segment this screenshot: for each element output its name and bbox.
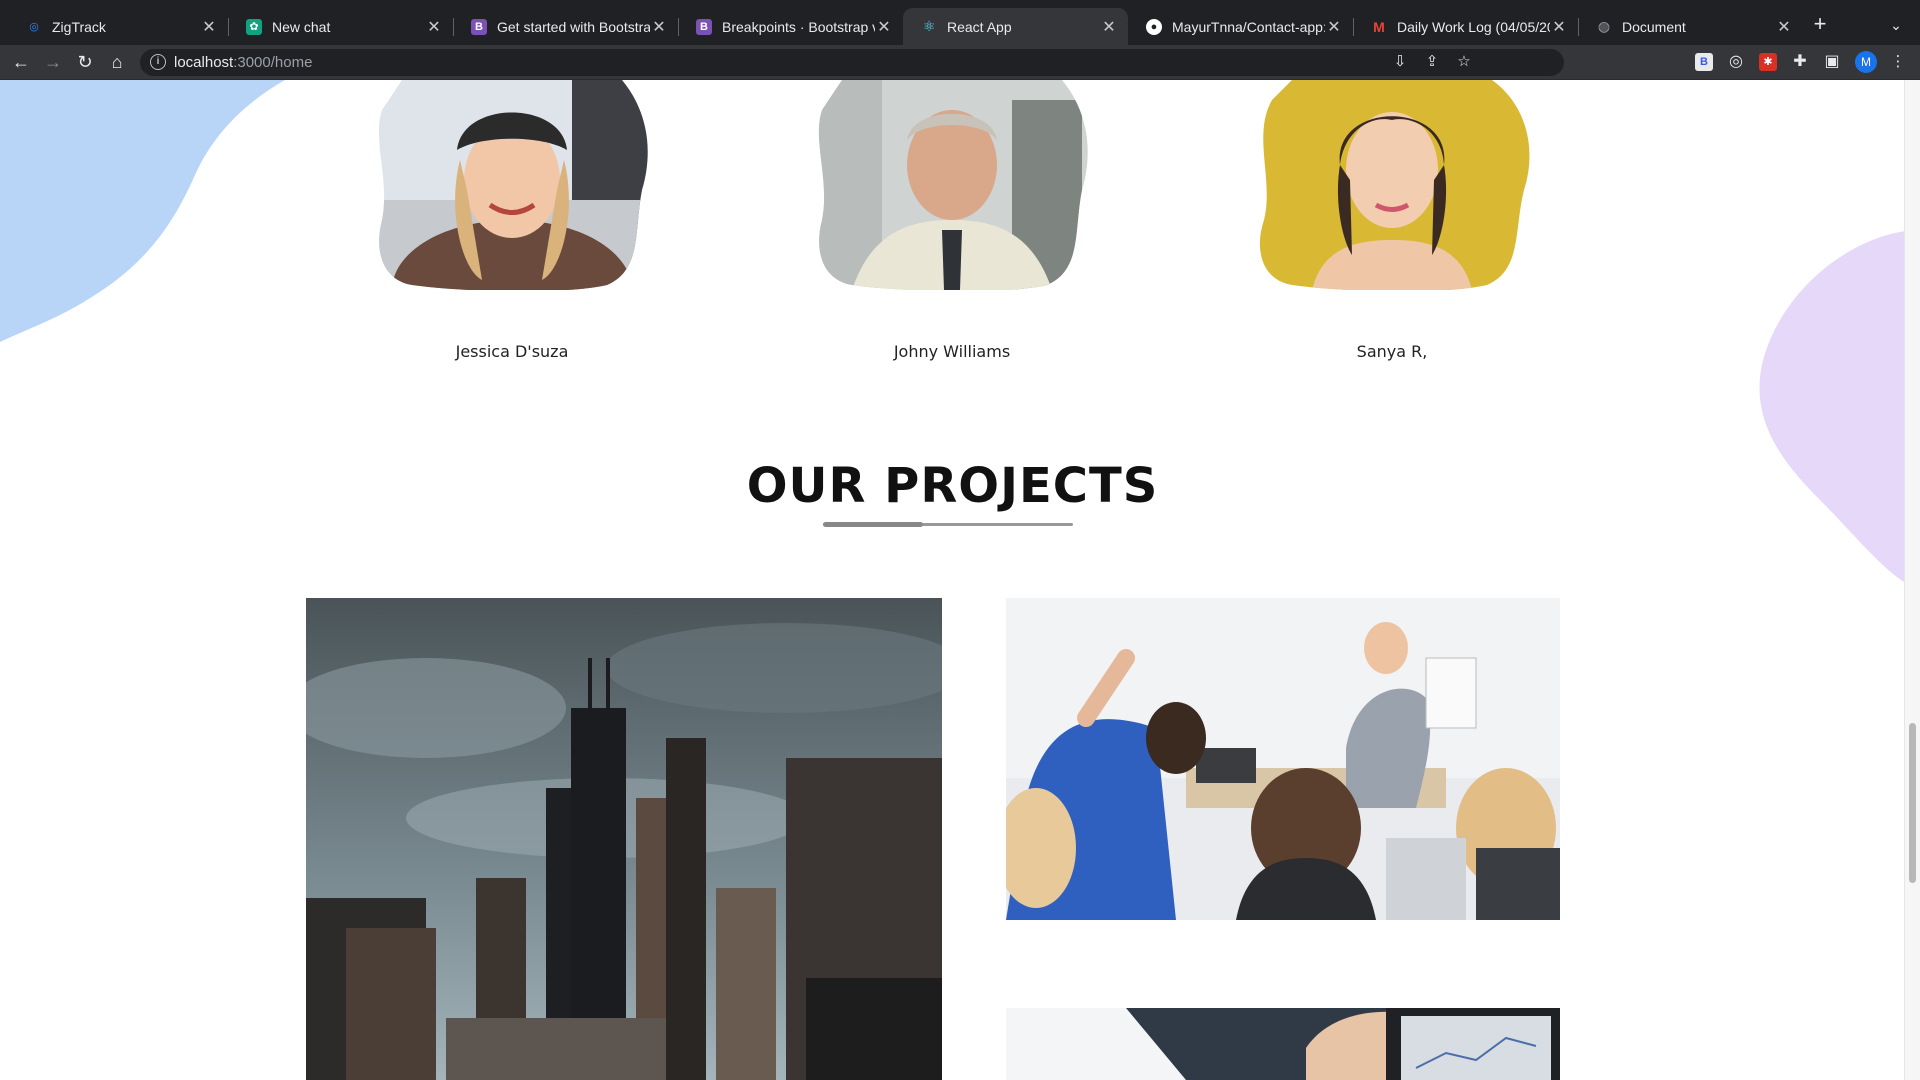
- close-icon[interactable]: ✕: [425, 17, 443, 37]
- tab-strip: ◎ ZigTrack ✕ ✿ New chat ✕ B Get started …: [0, 0, 1920, 45]
- tab-bootstrap-get-started[interactable]: B Get started with Bootstrap · ✕: [453, 8, 679, 45]
- more-menu-icon[interactable]: ⋮: [1888, 52, 1908, 72]
- project-image-city[interactable]: [306, 598, 942, 1080]
- close-icon[interactable]: ✕: [1325, 17, 1343, 37]
- close-icon[interactable]: ✕: [1775, 17, 1793, 37]
- tab-title: ZigTrack: [52, 18, 106, 35]
- close-icon[interactable]: ✕: [1550, 17, 1568, 37]
- install-app-icon[interactable]: ⇩: [1390, 52, 1410, 72]
- team-member-card: Johny Williams: [812, 80, 1092, 361]
- site-info-icon[interactable]: i: [150, 54, 166, 70]
- member-name: Jessica D'suza: [455, 342, 569, 361]
- team-member-card: Jessica D'suza: [372, 80, 652, 361]
- tab-title: Get started with Bootstrap ·: [497, 18, 650, 35]
- tab-gmail[interactable]: M Daily Work Log (04/05/2023 ✕: [1353, 8, 1579, 45]
- member-photo: [818, 80, 1088, 290]
- tab-new-chat[interactable]: ✿ New chat ✕: [228, 8, 454, 45]
- url-host: localhost: [174, 54, 234, 71]
- extension-b-icon[interactable]: B: [1695, 53, 1713, 71]
- zigtrack-icon: ◎: [29, 21, 39, 33]
- tab-title: New chat: [272, 18, 331, 35]
- project-image-classroom[interactable]: [1006, 598, 1560, 920]
- extensions-puzzle-icon[interactable]: ✚: [1791, 53, 1809, 71]
- globe-icon: ◍: [1597, 18, 1611, 34]
- close-icon[interactable]: ✕: [650, 17, 668, 37]
- home-icon[interactable]: ⌂: [105, 50, 129, 74]
- title-underline: [823, 522, 1073, 527]
- team-member-card: Sanya R,: [1252, 80, 1532, 361]
- url-path: :3000/home: [233, 54, 313, 71]
- tab-title: MayurTnna/Contact-app: Re: [1172, 18, 1325, 35]
- tab-bootstrap-breakpoints[interactable]: B Breakpoints · Bootstrap v5.0 ✕: [678, 8, 903, 45]
- close-icon[interactable]: ✕: [200, 17, 218, 37]
- close-icon[interactable]: ✕: [875, 17, 893, 37]
- tab-title: Document: [1622, 18, 1686, 35]
- bootstrap-icon: B: [471, 18, 487, 35]
- forward-icon[interactable]: →: [41, 50, 65, 74]
- page-scrollbar[interactable]: [1904, 80, 1920, 1080]
- back-icon[interactable]: ←: [9, 50, 33, 74]
- tab-zigtrack[interactable]: ◎ ZigTrack ✕: [8, 8, 229, 45]
- side-panel-icon[interactable]: ▣: [1823, 53, 1841, 71]
- tab-github[interactable]: ● MayurTnna/Contact-app: Re ✕: [1128, 8, 1354, 45]
- member-photo: [378, 80, 648, 292]
- tab-title: Daily Work Log (04/05/2023: [1397, 18, 1550, 35]
- tab-search-chevron-icon[interactable]: ⌄: [1884, 13, 1908, 37]
- gmail-icon: M: [1373, 18, 1385, 35]
- address-url: localhost:3000/home: [174, 54, 312, 71]
- chatgpt-icon: ✿: [246, 18, 262, 35]
- title-underline-accent: [823, 522, 923, 527]
- decorative-blob-right: [1759, 230, 1920, 590]
- section-title: OUR PROJECTS: [746, 458, 1159, 514]
- scrollbar-thumb[interactable]: [1909, 723, 1916, 883]
- github-icon: ●: [1146, 18, 1162, 35]
- profile-avatar[interactable]: M: [1855, 51, 1877, 73]
- member-name: Johny Williams: [893, 342, 1011, 361]
- tab-title: React App: [947, 18, 1012, 35]
- address-bar[interactable]: i localhost:3000/home ⇩ ⇪ ☆: [140, 49, 1564, 76]
- extension-target-icon[interactable]: ◎: [1727, 53, 1745, 71]
- tab-title: Breakpoints · Bootstrap v5.0: [722, 18, 875, 35]
- browser-toolbar: ← → ↻ ⌂ i localhost:3000/home ⇩ ⇪ ☆ B ◎ …: [0, 45, 1920, 80]
- tab-document[interactable]: ◍ Document ✕: [1578, 8, 1803, 45]
- decorative-blob-left: [0, 80, 285, 342]
- close-icon[interactable]: ✕: [1100, 17, 1118, 37]
- new-tab-button[interactable]: +: [1808, 13, 1832, 37]
- bootstrap-icon: B: [696, 18, 712, 35]
- extension-red-icon[interactable]: ✱: [1759, 53, 1777, 71]
- share-icon[interactable]: ⇪: [1422, 52, 1442, 72]
- member-name: Sanya R,: [1356, 342, 1428, 361]
- project-image-business[interactable]: [1006, 1008, 1560, 1080]
- reload-icon[interactable]: ↻: [73, 50, 97, 74]
- page-viewport: Jessica D'suza Johny Williams Sanya R, O…: [0, 80, 1920, 1080]
- bookmark-star-icon[interactable]: ☆: [1454, 52, 1474, 72]
- tab-react-app[interactable]: ⚛ React App ✕: [903, 8, 1128, 45]
- react-icon: ⚛: [922, 18, 936, 34]
- member-photo: [1259, 80, 1530, 290]
